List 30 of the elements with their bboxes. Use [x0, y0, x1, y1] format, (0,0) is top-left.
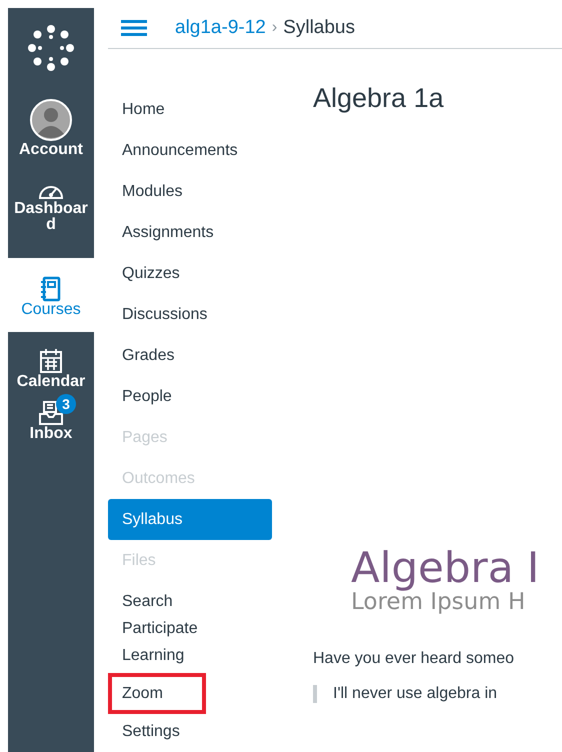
breadcrumb-current: Syllabus	[283, 16, 355, 40]
course-nav-link[interactable]: Syllabus	[108, 499, 272, 540]
banner-title: Algebra I	[351, 547, 540, 589]
course-nav-link[interactable]: Announcements	[108, 130, 272, 171]
course-nav-link[interactable]: People	[108, 376, 272, 417]
menu-icon[interactable]	[121, 19, 147, 37]
body-text: Have you ever heard someo	[313, 649, 515, 669]
nav-item[interactable]: Account	[8, 88, 94, 164]
breadcrumb-separator: ›	[272, 18, 278, 38]
logo-icon[interactable]	[28, 25, 74, 71]
course-nav-link[interactable]: Search Participate Learning	[108, 581, 218, 676]
course-nav-link[interactable]: Home	[108, 89, 272, 130]
page-title: Algebra 1a	[313, 82, 445, 115]
quote-text: I'll never use algebra in	[313, 685, 562, 703]
nav-item[interactable]: Dashboard	[8, 164, 94, 258]
inbox-tray-icon[interactable]	[38, 400, 64, 426]
nav-item[interactable]: Calendar	[8, 332, 94, 396]
course-nav-link[interactable]: Zoom	[112, 677, 202, 710]
course-nav-link[interactable]: Settings	[108, 711, 272, 752]
course-nav-link[interactable]: Modules	[108, 171, 272, 212]
nav-item[interactable]: 3 Inbox	[8, 396, 94, 456]
avatar-icon[interactable]	[29, 98, 73, 142]
course-nav-link[interactable]: Discussions	[108, 294, 272, 335]
notebook-icon[interactable]	[40, 276, 62, 302]
count-badge: 3	[56, 394, 76, 414]
course-nav-link[interactable]: Quizzes	[108, 253, 272, 294]
breadcrumb-link[interactable]: alg1a-9-12	[175, 14, 266, 42]
course-nav-link[interactable]: Assignments	[108, 212, 272, 253]
calendar-icon[interactable]	[39, 348, 63, 374]
course-nav-link[interactable]: Grades	[108, 335, 272, 376]
